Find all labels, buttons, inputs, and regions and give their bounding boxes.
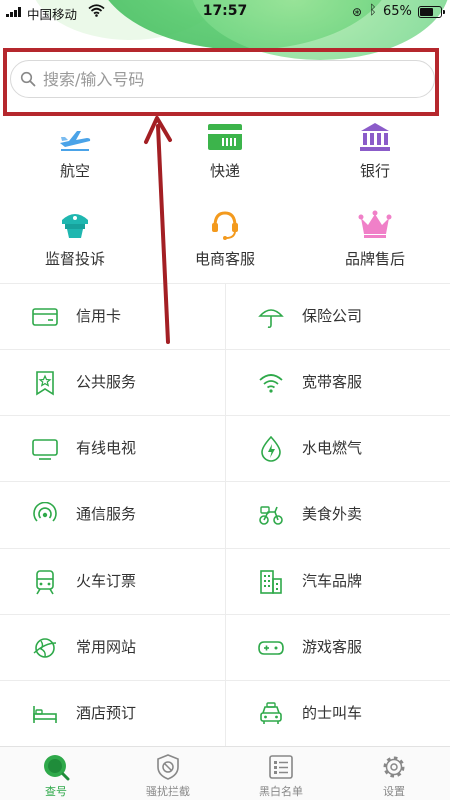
quick-item-label: 航空 [59, 162, 90, 180]
search-input[interactable] [43, 65, 423, 93]
gear-icon [383, 756, 405, 778]
category-label: 常用网站 [76, 638, 137, 656]
status-bar: 中国移动 17:57 ⊛ ᛒ 65% [0, 0, 450, 24]
category-cable-tv[interactable]: 有线电视 [0, 416, 224, 482]
bed-icon [33, 706, 57, 723]
police-cap-icon [62, 214, 88, 238]
category-label: 公共服务 [76, 373, 137, 391]
category-insurance[interactable]: 保险公司 [226, 284, 450, 350]
gamepad-icon [258, 641, 284, 655]
search-icon [44, 755, 70, 781]
credit-card-icon [32, 308, 58, 326]
category-food-delivery[interactable]: 美食外卖 [226, 482, 450, 548]
quick-item-label: 电商客服 [194, 250, 255, 268]
train-icon [36, 570, 54, 595]
category-label: 游戏客服 [302, 638, 363, 656]
drop-bolt-icon [261, 436, 281, 462]
globe-icon [33, 638, 57, 658]
search-bar[interactable] [10, 60, 435, 98]
search-icon [20, 71, 36, 87]
tab-label: 设置 [383, 785, 405, 798]
bank-icon [360, 123, 390, 151]
badge-star-icon [36, 371, 54, 396]
truck-icon [208, 124, 242, 150]
category-label: 的士叫车 [302, 704, 363, 722]
tab-spam-block[interactable]: 骚扰拦截 [112, 747, 224, 800]
category-label: 火车订票 [76, 572, 137, 590]
tab-bar: 查号 骚扰拦截 黑白名单 设置 [0, 746, 450, 800]
category-label: 水电燃气 [302, 439, 363, 457]
category-public-service[interactable]: 公共服务 [0, 350, 224, 416]
category-label: 宽带客服 [302, 373, 363, 391]
category-label: 酒店预订 [76, 704, 137, 722]
category-label: 汽车品牌 [302, 572, 363, 590]
category-credit-card[interactable]: 信用卡 [0, 284, 224, 350]
battery-percent: 65% [383, 4, 412, 19]
taxi-icon [260, 702, 282, 724]
tab-lookup[interactable]: 查号 [0, 747, 112, 800]
umbrella-icon [258, 309, 284, 329]
shield-block-icon [157, 754, 179, 780]
quick-item-label: 快递 [209, 162, 240, 180]
category-broadband[interactable]: 宽带客服 [226, 350, 450, 416]
category-websites[interactable]: 常用网站 [0, 615, 224, 681]
rotation-lock-icon: ⊛ [352, 5, 363, 19]
phone-screen: 中国移动 17:57 ⊛ ᛒ 65% 航空 [0, 0, 450, 800]
category-telecom[interactable]: 通信服务 [0, 482, 224, 548]
scooter-icon [259, 506, 283, 525]
battery-icon [418, 6, 445, 18]
category-utilities[interactable]: 水电燃气 [226, 416, 450, 482]
tab-black-white-list[interactable]: 黑白名单 [225, 747, 337, 800]
tv-icon [32, 439, 58, 460]
category-label: 保险公司 [302, 307, 363, 325]
tab-label: 骚扰拦截 [146, 785, 190, 798]
list-icon [269, 755, 293, 779]
category-label: 信用卡 [76, 307, 122, 325]
quick-item-label: 银行 [359, 162, 390, 180]
category-label: 有线电视 [76, 439, 137, 457]
headset-icon [212, 211, 238, 240]
tab-label: 查号 [45, 785, 67, 798]
airplane-icon [60, 131, 91, 151]
signal-icon [33, 502, 57, 522]
bluetooth-icon: ᛒ [369, 3, 377, 18]
quick-item-label: 品牌售后 [344, 250, 405, 268]
category-hotel-booking[interactable]: 酒店预订 [0, 681, 224, 747]
crown-icon [358, 210, 392, 238]
category-label: 通信服务 [76, 505, 137, 523]
category-car-brands[interactable]: 汽车品牌 [226, 549, 450, 615]
quick-item-label: 监督投诉 [44, 250, 105, 268]
category-taxi[interactable]: 的士叫车 [226, 681, 450, 747]
wifi-icon [259, 374, 283, 393]
category-game-service[interactable]: 游戏客服 [226, 615, 450, 681]
tab-settings[interactable]: 设置 [338, 747, 450, 800]
category-train-tickets[interactable]: 火车订票 [0, 549, 224, 615]
tab-label: 黑白名单 [259, 785, 303, 798]
building-icon [260, 570, 282, 594]
category-label: 美食外卖 [302, 505, 363, 523]
